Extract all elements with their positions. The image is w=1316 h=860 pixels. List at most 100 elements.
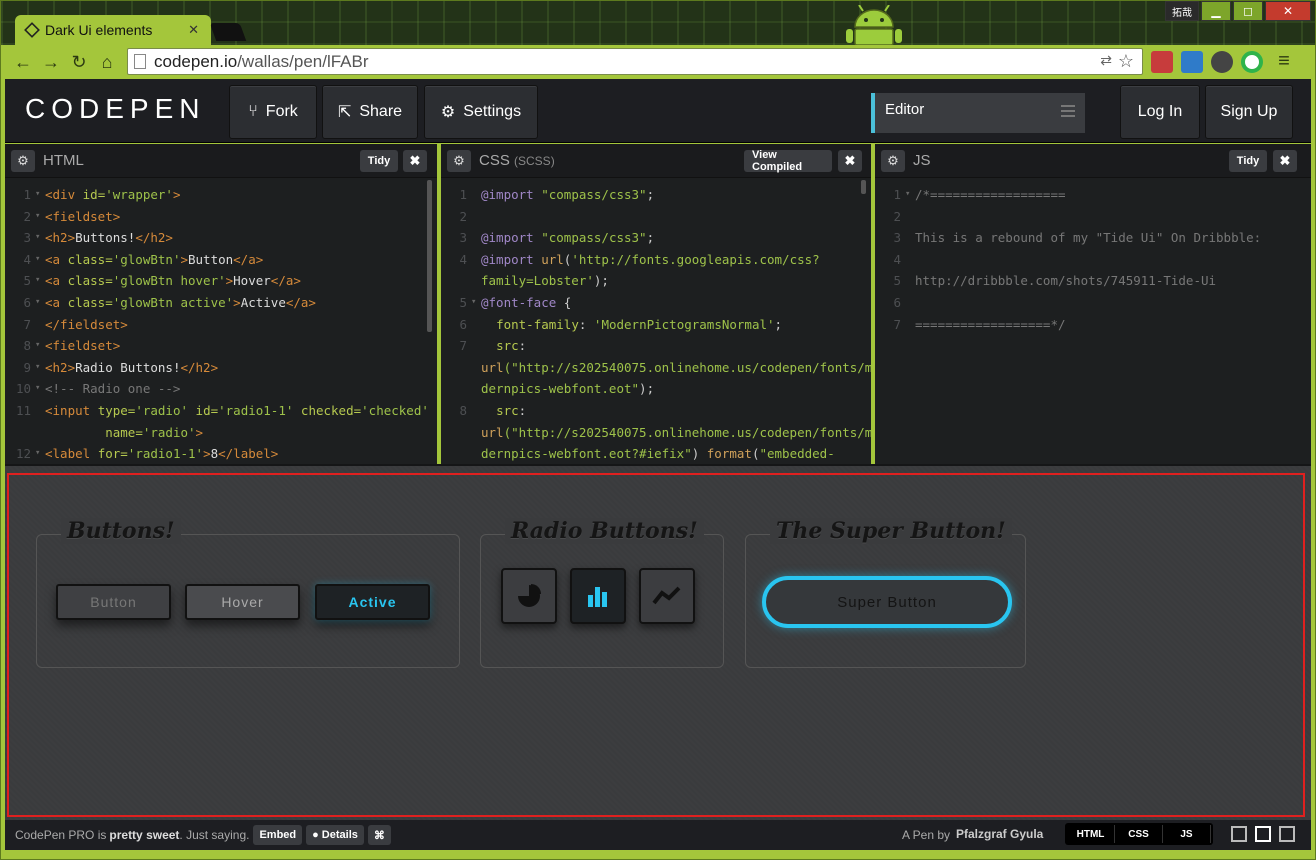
fold-arrow-icon[interactable]: ▾: [35, 184, 45, 206]
fold-arrow-icon[interactable]: ▾: [35, 292, 45, 314]
fold-arrow-icon: [471, 314, 481, 336]
glow-button-hover[interactable]: Hover: [185, 584, 300, 620]
js-code-area[interactable]: 1 ▾/*================== 2 3 This is a reboun…: [875, 178, 1311, 335]
line-number: 5: [893, 273, 901, 289]
login-label: Log In: [1137, 103, 1183, 120]
settings-button[interactable]: ⚙ Settings: [424, 85, 538, 139]
home-icon[interactable]: ⌂: [93, 52, 121, 73]
code-token: ): [691, 446, 707, 462]
code-token: "embedded-: [759, 446, 835, 462]
js-settings-gear-icon[interactable]: ⚙: [881, 149, 905, 172]
line-number: 6: [459, 316, 467, 332]
keyboard-shortcut-button[interactable]: ⌘: [367, 825, 391, 845]
buttons-heading: Buttons!: [61, 518, 181, 544]
fold-arrow-icon[interactable]: ▾: [35, 443, 45, 464]
html-settings-gear-icon[interactable]: ⚙: [11, 149, 35, 172]
code-token: font-family: [496, 316, 579, 332]
extension-calendar-icon[interactable]: [1151, 51, 1173, 73]
login-button[interactable]: Log In: [1120, 85, 1200, 139]
radio-line-chart[interactable]: [639, 568, 695, 624]
code-token: "compass/css3": [541, 187, 647, 202]
code-token: "compass/css3": [541, 230, 647, 246]
pro-bold-text: pretty sweet: [109, 828, 180, 842]
page-icon: [134, 54, 146, 69]
code-token: 'ModernPictogramsNormal': [593, 316, 775, 332]
glow-button-normal[interactable]: Button: [56, 584, 171, 620]
glow-button-active[interactable]: Active: [315, 584, 430, 620]
maximize-icon[interactable]: ◻: [1233, 1, 1263, 21]
code-token: http://dribbble.com/shots/745911-Tide-Ui: [915, 273, 1217, 289]
author-name[interactable]: Pfalzgraf Gyula: [956, 827, 1043, 841]
fold-arrow-icon[interactable]: ▾: [35, 357, 45, 379]
extension-ie-icon[interactable]: [1181, 51, 1203, 73]
fold-arrow-icon[interactable]: ▾: [35, 270, 45, 292]
share-button[interactable]: ⇱ Share: [322, 85, 418, 139]
fold-arrow-icon[interactable]: ▾: [35, 249, 45, 271]
embed-button[interactable]: Embed: [253, 825, 303, 845]
reload-icon[interactable]: ↻: [65, 52, 93, 73]
view-compiled-button[interactable]: View Compiled: [744, 149, 832, 173]
css-scrollbar[interactable]: [861, 180, 866, 194]
code-token: @import: [481, 187, 542, 202]
layout-top-icon[interactable]: [1255, 826, 1271, 842]
view-css-button[interactable]: CSS: [1115, 825, 1163, 843]
html-scrollbar[interactable]: [427, 180, 432, 332]
js-close-icon[interactable]: ✖: [1273, 150, 1297, 172]
details-button[interactable]: ● Details: [306, 825, 364, 845]
translate-icon[interactable]: ⇄: [1100, 52, 1112, 69]
fold-arrow-icon[interactable]: ▾: [35, 335, 45, 357]
pocket-icon[interactable]: [1211, 51, 1233, 73]
fold-arrow-icon: [905, 270, 915, 292]
super-button[interactable]: Super Button: [762, 576, 1012, 628]
editor-mode-select[interactable]: Editor: [871, 93, 1085, 133]
html-code-area[interactable]: 1 ▾ <div id='wrapper' >2 ▾ <fieldset> 3 ▾ <h2> Bu…: [5, 178, 437, 464]
code-token: dernpics-webfont.eot": [481, 381, 640, 397]
bookmark-star-icon[interactable]: ☆: [1118, 51, 1134, 72]
fold-arrow-icon[interactable]: ▾: [471, 292, 481, 314]
new-tab-button[interactable]: [209, 23, 247, 41]
html-close-icon[interactable]: ✖: [403, 150, 427, 172]
tab-close-icon[interactable]: ✕: [188, 22, 199, 38]
radio-bar-chart[interactable]: [570, 568, 626, 624]
code-token: name=: [105, 424, 143, 440]
fold-arrow-icon[interactable]: ▾: [35, 227, 45, 249]
forward-arrow-icon[interactable]: →: [37, 52, 65, 73]
logo-text: CODEPEN: [25, 93, 206, 124]
layout-left-icon[interactable]: [1231, 826, 1247, 842]
back-arrow-icon[interactable]: ←: [9, 52, 37, 73]
view-js-button[interactable]: JS: [1163, 825, 1211, 843]
radio-pie-chart[interactable]: [501, 568, 557, 624]
view-html-button[interactable]: HTML: [1067, 825, 1115, 843]
close-window-icon[interactable]: ✕: [1265, 1, 1311, 21]
title-bar: Dark Ui elements ✕ 拓哉 ▁ ◻ ✕: [1, 1, 1315, 45]
browser-window: Dark Ui elements ✕ 拓哉 ▁ ◻ ✕ ← → ↻ ⌂ code…: [0, 0, 1316, 860]
menu-icon[interactable]: ≡: [1273, 51, 1295, 73]
fold-arrow-icon[interactable]: ▾: [35, 378, 45, 400]
line-number: 3: [459, 230, 467, 246]
codepen-logo[interactable]: CODEPEN: [25, 93, 205, 125]
minimize-icon[interactable]: ▁: [1201, 1, 1231, 21]
browser-tab[interactable]: Dark Ui elements ✕: [15, 15, 211, 45]
layout-right-icon[interactable]: [1279, 826, 1295, 842]
code-token: 'glowBtn': [112, 251, 181, 267]
code-token: >: [233, 294, 241, 310]
fold-arrow-icon[interactable]: ▾: [905, 184, 915, 206]
css-settings-gear-icon[interactable]: ⚙: [447, 149, 471, 172]
fold-arrow-icon[interactable]: ▾: [35, 206, 45, 228]
code-token: url: [481, 359, 504, 375]
code-token: </a>: [285, 294, 316, 310]
editor-mode-label: Editor: [885, 101, 925, 118]
signup-button[interactable]: Sign Up: [1205, 85, 1293, 139]
fork-button[interactable]: ⑂ Fork: [229, 85, 317, 139]
css-close-icon[interactable]: ✖: [838, 150, 862, 172]
profile-label[interactable]: 拓哉: [1165, 1, 1199, 21]
html-tidy-button[interactable]: Tidy: [360, 150, 398, 172]
code-token: This is a rebound of my "Tide Ui" On Dri…: [915, 230, 1262, 246]
css-code-area[interactable]: 1 @import "compass/css3"; 2 3 @import "compa…: [441, 178, 871, 464]
code-token: >: [180, 251, 188, 267]
line-number: [441, 443, 471, 464]
js-tidy-button[interactable]: Tidy: [1229, 150, 1267, 172]
code-token: </label>: [218, 446, 279, 462]
extension-d-icon[interactable]: [1241, 51, 1263, 73]
address-bar[interactable]: codepen.io/wallas/pen/lFABr ⇄ ☆: [127, 48, 1143, 75]
